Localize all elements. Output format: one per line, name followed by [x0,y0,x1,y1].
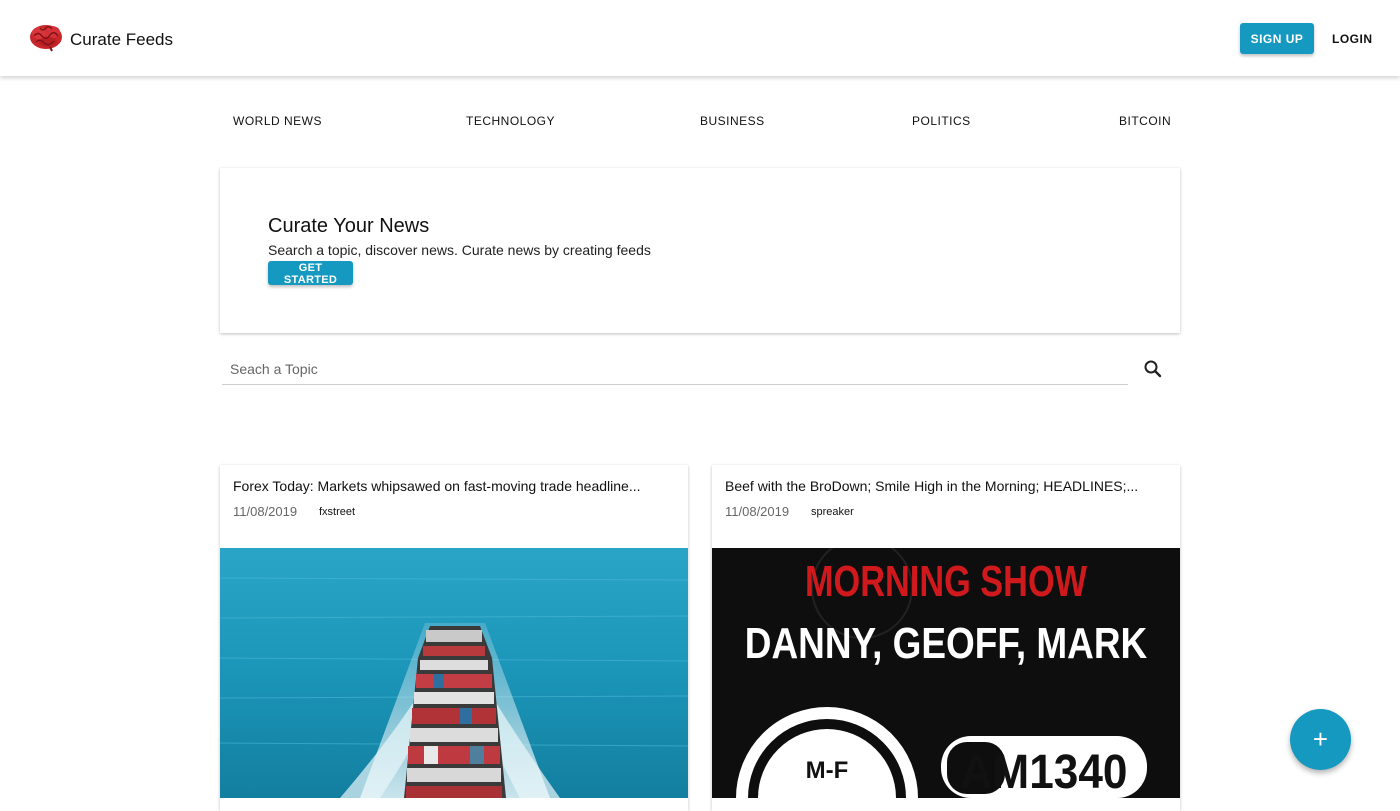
nav-item-world-news[interactable]: WORLD NEWS [233,114,322,128]
add-icon: + [1312,724,1329,754]
search-input[interactable] [222,354,1122,384]
card-source: spreaker [811,506,854,518]
news-card[interactable]: Beef with the BroDown; Smile High in the… [712,465,1180,811]
banner-badge-left: M-F [806,757,849,784]
search-icon[interactable] [1141,357,1165,381]
card-date: 11/08/2019 [725,504,790,519]
search-bar [222,354,1128,385]
news-card[interactable]: Forex Today: Markets whipsawed on fast-m… [220,465,688,811]
banner-line2: DANNY, GEOFF, MARK [745,618,1147,668]
card-source: fxstreet [319,506,356,518]
cargo-ship-photo[interactable] [220,548,688,798]
login-button[interactable]: LOGIN [1326,23,1379,54]
nav-item-technology[interactable]: TECHNOLOGY [466,114,555,128]
nav-item-politics[interactable]: POLITICS [912,114,971,128]
banner-line1: MORNING SHOW [805,557,1088,606]
brand[interactable]: Curate Feeds [28,22,173,57]
brand-title: Curate Feeds [70,29,173,49]
nav-item-bitcoin[interactable]: BITCOIN [1119,114,1171,128]
hero-card: Curate Your News Search a topic, discove… [220,168,1180,333]
card-date: 11/08/2019 [233,504,298,519]
hero-title: Curate Your News [268,215,430,237]
sign-up-button[interactable]: SIGN UP [1240,23,1314,54]
hero-subtitle: Search a topic, discover news. Curate ne… [268,242,651,258]
card-title[interactable]: Forex Today: Markets whipsawed on fast-m… [233,478,641,494]
app-header: Curate Feeds SIGN UP LOGIN [0,0,1400,76]
add-feed-button[interactable]: + [1290,709,1351,770]
get-started-button[interactable]: GET STARTED [268,261,353,286]
topic-nav: WORLD NEWS TECHNOLOGY BUSINESS POLITICS … [0,114,1400,130]
card-title[interactable]: Beef with the BroDown; Smile High in the… [725,478,1138,494]
brain-icon [28,22,64,57]
nav-item-business[interactable]: BUSINESS [700,114,765,128]
banner-badge-right: AM1340 [961,744,1128,798]
radio-show-banner[interactable]: MORNING SHOW DANNY, GEOFF, MARK M-F AM13… [712,548,1180,798]
